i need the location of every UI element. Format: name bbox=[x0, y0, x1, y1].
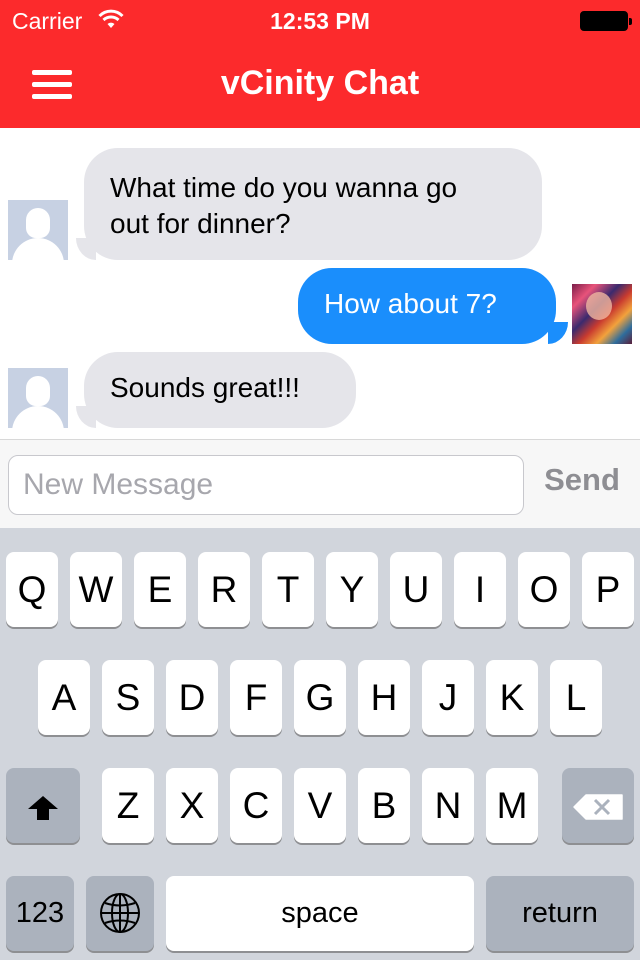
key-r[interactable]: R bbox=[198, 552, 250, 627]
key-q[interactable]: Q bbox=[6, 552, 58, 627]
page-title: vCinity Chat bbox=[220, 64, 420, 102]
key-c[interactable]: C bbox=[230, 768, 282, 843]
key-v[interactable]: V bbox=[294, 768, 346, 843]
message-bubble-incoming[interactable]: What time do you wanna go out for dinner… bbox=[84, 148, 542, 260]
key-o[interactable]: O bbox=[518, 552, 570, 627]
globe-icon bbox=[100, 893, 140, 933]
key-j[interactable]: J bbox=[422, 660, 474, 735]
key-p[interactable]: P bbox=[582, 552, 634, 627]
key-l[interactable]: L bbox=[550, 660, 602, 735]
numbers-key[interactable]: 123 bbox=[6, 876, 74, 951]
send-button[interactable]: Send bbox=[532, 462, 632, 506]
message-text: Sounds great!!! bbox=[110, 372, 300, 403]
key-w[interactable]: W bbox=[70, 552, 122, 627]
key-u[interactable]: U bbox=[390, 552, 442, 627]
globe-key[interactable] bbox=[86, 876, 154, 951]
contact-avatar bbox=[8, 368, 68, 428]
key-e[interactable]: E bbox=[134, 552, 186, 627]
key-d[interactable]: D bbox=[166, 660, 218, 735]
key-i[interactable]: I bbox=[454, 552, 506, 627]
key-b[interactable]: B bbox=[358, 768, 410, 843]
new-message-input[interactable] bbox=[8, 455, 524, 515]
space-key[interactable]: space bbox=[166, 876, 474, 951]
return-key[interactable]: return bbox=[486, 876, 634, 951]
message-list[interactable]: What time do you wanna go out for dinner… bbox=[0, 128, 640, 439]
key-s[interactable]: S bbox=[102, 660, 154, 735]
key-n[interactable]: N bbox=[422, 768, 474, 843]
message-text: How about 7? bbox=[324, 288, 497, 319]
message-bubble-outgoing[interactable]: How about 7? bbox=[298, 268, 556, 344]
key-g[interactable]: G bbox=[294, 660, 346, 735]
key-y[interactable]: Y bbox=[326, 552, 378, 627]
key-m[interactable]: M bbox=[486, 768, 538, 843]
message-text-line: What time do you wanna go bbox=[110, 172, 458, 203]
key-h[interactable]: H bbox=[358, 660, 410, 735]
status-time: 12:53 PM bbox=[270, 8, 370, 34]
key-a[interactable]: A bbox=[38, 660, 90, 735]
shift-key[interactable] bbox=[6, 768, 80, 843]
message-composer: Send bbox=[0, 439, 640, 528]
status-bar: Carrier 12:53 PM bbox=[0, 0, 640, 40]
shift-icon bbox=[28, 796, 58, 820]
battery-icon bbox=[580, 11, 632, 31]
user-avatar bbox=[572, 284, 632, 344]
contact-avatar bbox=[8, 200, 68, 260]
keyboard: Q W E R T Y U I O P A S D F G H J K L Z … bbox=[0, 528, 640, 960]
key-t[interactable]: T bbox=[262, 552, 314, 627]
nav-header: Carrier 12:53 PM vCinity Chat bbox=[0, 0, 640, 128]
message-bubble-incoming[interactable]: Sounds great!!! bbox=[84, 352, 356, 428]
key-k[interactable]: K bbox=[486, 660, 538, 735]
key-x[interactable]: X bbox=[166, 768, 218, 843]
chat-screen: Carrier 12:53 PM vCinity Chat What time … bbox=[0, 0, 640, 960]
key-f[interactable]: F bbox=[230, 660, 282, 735]
backspace-icon bbox=[573, 794, 623, 820]
delete-key[interactable] bbox=[562, 768, 634, 843]
message-text-line: out for dinner? bbox=[110, 208, 291, 239]
key-z[interactable]: Z bbox=[102, 768, 154, 843]
